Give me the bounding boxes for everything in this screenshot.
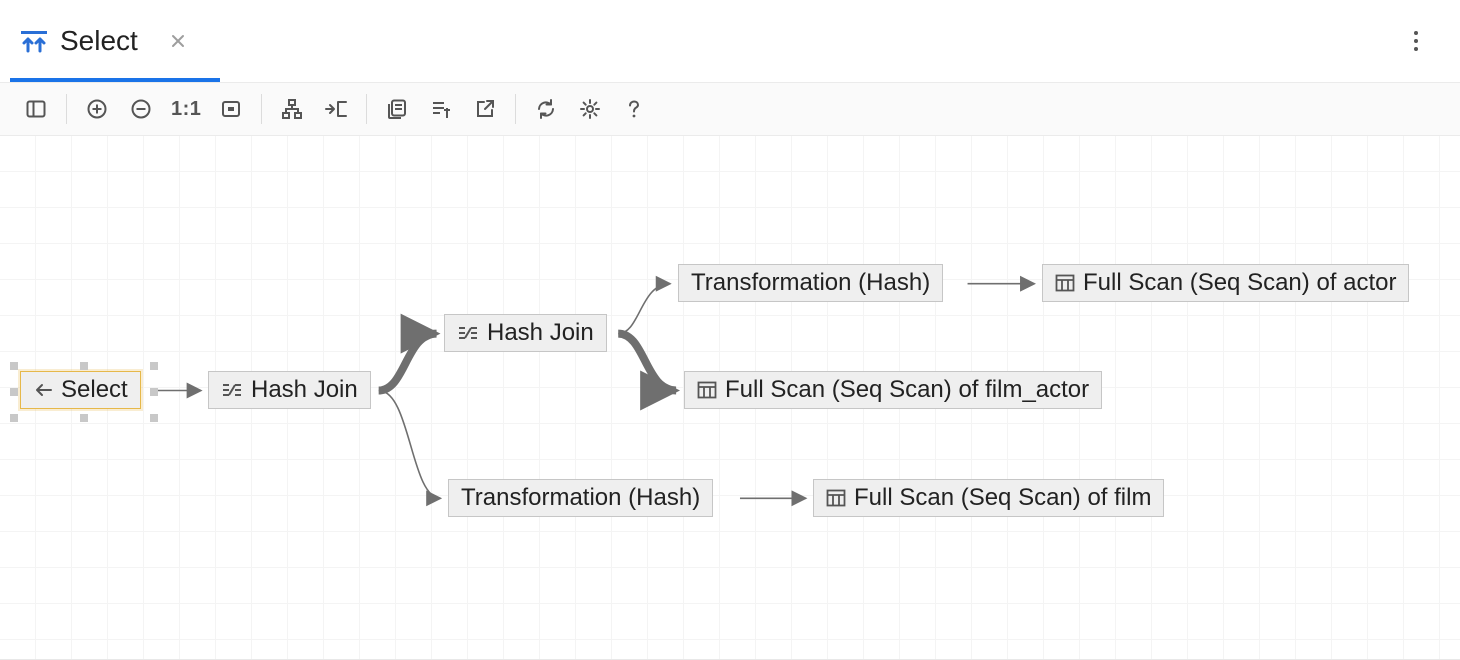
node-label: Transformation (Hash) — [461, 486, 700, 510]
kebab-icon — [1413, 29, 1419, 53]
close-icon — [171, 34, 185, 48]
node-label: Select — [61, 378, 128, 402]
node-full-scan-film[interactable]: Full Scan (Seq Scan) of film — [813, 479, 1164, 517]
node-label: Full Scan (Seq Scan) of actor — [1083, 271, 1396, 295]
collapse-into-icon — [324, 98, 348, 120]
toolbar-separator — [66, 94, 67, 124]
tab-bar: Select — [0, 0, 1460, 82]
gear-icon — [579, 98, 601, 120]
node-full-scan-film-actor[interactable]: Full Scan (Seq Scan) of film_actor — [684, 371, 1102, 409]
zoom-reset-button[interactable]: 1:1 — [163, 90, 209, 128]
node-label: Hash Join — [487, 321, 594, 345]
hash-join-icon — [221, 381, 243, 399]
node-hash-join-1[interactable]: Hash Join — [208, 371, 371, 409]
node-select[interactable]: Select — [20, 371, 141, 409]
plan-up-arrows-icon — [18, 25, 50, 57]
stack-icon — [386, 98, 408, 120]
table-icon — [697, 381, 717, 399]
table-icon — [826, 489, 846, 507]
list-cursor-icon — [430, 98, 452, 120]
tab-close-button[interactable] — [166, 29, 190, 53]
node-label: Full Scan (Seq Scan) of film — [854, 486, 1151, 510]
toolbar-separator — [261, 94, 262, 124]
collapse-branch-button[interactable] — [314, 90, 358, 128]
diagram-canvas[interactable]: Select Hash Join — [0, 136, 1460, 660]
external-link-icon — [474, 98, 496, 120]
zoom-in-button[interactable] — [75, 90, 119, 128]
node-hash-join-2[interactable]: Hash Join — [444, 314, 607, 352]
toggle-sidebar-button[interactable] — [14, 90, 58, 128]
help-button[interactable] — [612, 90, 656, 128]
layout-tree-button[interactable] — [270, 90, 314, 128]
toolbar: 1:1 — [0, 82, 1460, 136]
fit-screen-icon — [220, 98, 242, 120]
minus-circle-icon — [130, 98, 152, 120]
toolbar-separator — [366, 94, 367, 124]
tab-title: Select — [60, 25, 138, 57]
tree-icon — [281, 98, 303, 120]
toolbar-separator — [515, 94, 516, 124]
back-arrow-icon — [33, 381, 53, 399]
question-icon — [623, 98, 645, 120]
node-label: Transformation (Hash) — [691, 271, 930, 295]
tab-select[interactable]: Select — [10, 0, 200, 82]
node-full-scan-actor[interactable]: Full Scan (Seq Scan) of actor — [1042, 264, 1409, 302]
fit-to-screen-button[interactable] — [209, 90, 253, 128]
panel-icon — [25, 98, 47, 120]
node-transformation-hash-film[interactable]: Transformation (Hash) — [448, 479, 713, 517]
node-label: Hash Join — [251, 378, 358, 402]
open-external-button[interactable] — [463, 90, 507, 128]
show-details-button[interactable] — [375, 90, 419, 128]
show-statistics-button[interactable] — [419, 90, 463, 128]
tab-overflow-menu[interactable] — [1396, 0, 1436, 82]
zoom-out-button[interactable] — [119, 90, 163, 128]
node-transformation-hash-actor[interactable]: Transformation (Hash) — [678, 264, 943, 302]
table-icon — [1055, 274, 1075, 292]
tab-underline — [10, 78, 220, 82]
hash-join-icon — [457, 324, 479, 342]
plus-circle-icon — [86, 98, 108, 120]
refresh-button[interactable] — [524, 90, 568, 128]
refresh-icon — [535, 98, 557, 120]
settings-button[interactable] — [568, 90, 612, 128]
node-label: Full Scan (Seq Scan) of film_actor — [725, 378, 1089, 402]
